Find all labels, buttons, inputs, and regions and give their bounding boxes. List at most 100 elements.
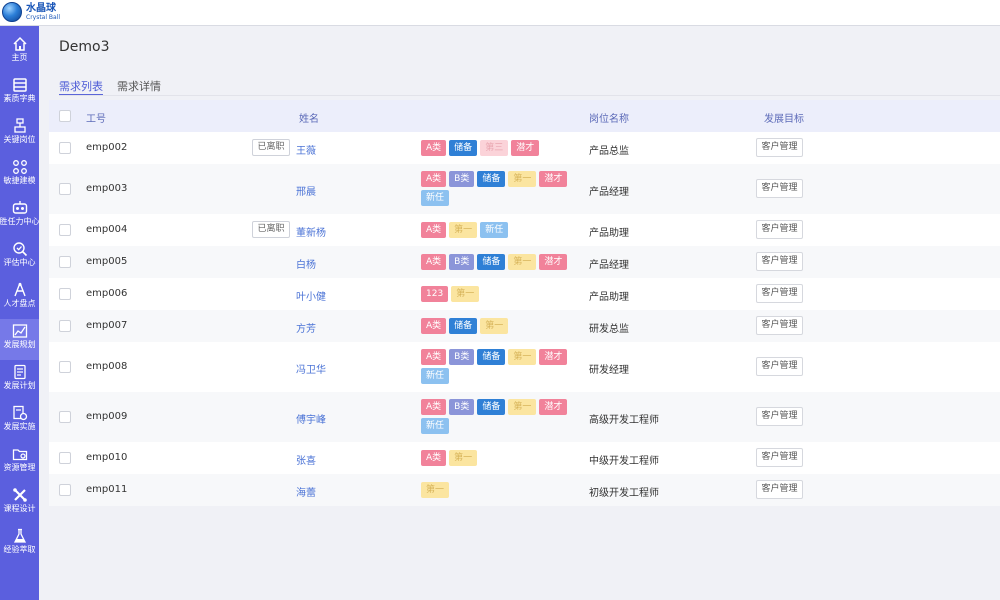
position-name: 研发经理 [589, 365, 629, 376]
app-logo[interactable]: 水晶球 Crystal Ball [2, 2, 60, 22]
development-goal-button[interactable]: 客户管理 [756, 138, 803, 157]
employee-name-link[interactable]: 白杨 [296, 256, 316, 271]
talent-tag: 第一 [508, 171, 537, 187]
talent-tag: 第一 [508, 349, 537, 365]
table-row: emp007 方芳 A类 储备 第一 研发总监 客户管理 [49, 310, 1000, 342]
employee-id: emp002 [86, 142, 128, 153]
table-row: emp011 海蕾 第一 初级开发工程师 客户管理 [49, 474, 1000, 506]
position-name: 中级开发工程师 [589, 456, 659, 467]
tag-list: A类 B类 储备 第一 潜才 新任 [421, 349, 576, 387]
tab-bar: 需求列表 需求详情 [59, 78, 175, 96]
employee-name-link[interactable]: 叶小健 [296, 288, 326, 303]
talent-tag: A类 [421, 222, 447, 238]
status-badge: 已离职 [252, 139, 290, 156]
talent-tag: A类 [421, 140, 447, 156]
talent-tag: 第一 [449, 450, 478, 466]
table-row: emp008 冯卫华 A类 B类 储备 第一 潜才 新任 研发经理 客户管理 [49, 342, 1000, 392]
sidebar-item-experience-flask[interactable]: 经验萃取 [0, 524, 39, 565]
header-employee-id: 工号 [86, 114, 106, 125]
employee-name-link[interactable]: 海蕾 [296, 484, 316, 499]
development-goal-button[interactable]: 客户管理 [756, 252, 803, 271]
course-design-icon [12, 487, 28, 503]
employee-name-link[interactable]: 王薇 [296, 142, 316, 157]
talent-tag: 新任 [421, 418, 450, 434]
employee-name-link[interactable]: 邢晨 [296, 183, 316, 198]
talent-tag: 储备 [477, 254, 506, 270]
development-goal-button[interactable]: 客户管理 [756, 448, 803, 467]
development-goal-button[interactable]: 客户管理 [756, 480, 803, 499]
row-checkbox[interactable] [59, 224, 71, 236]
talent-tag: 储备 [477, 399, 506, 415]
row-checkbox[interactable] [59, 484, 71, 496]
talent-tag: A类 [421, 450, 447, 466]
position-name: 高级开发工程师 [589, 415, 659, 426]
table-row: emp009 傅宇峰 A类 B类 储备 第一 潜才 新任 高级开发工程师 客户管理 [49, 392, 1000, 442]
sidebar-item-development-schedule[interactable]: 发展计划 [0, 360, 39, 401]
sidebar-item-modeling[interactable]: 敏捷建模 [0, 155, 39, 196]
tag-list: A类 B类 储备 第一 潜才 新任 [421, 399, 576, 437]
tab-divider [59, 95, 1000, 96]
development-goal-button[interactable]: 客户管理 [756, 316, 803, 335]
talent-tag: 储备 [477, 171, 506, 187]
row-checkbox[interactable] [59, 256, 71, 268]
position-name: 研发总监 [589, 324, 629, 335]
talent-tag: B类 [449, 171, 475, 187]
tag-list: A类 储备 第一 [421, 318, 576, 337]
sidebar-item-home[interactable]: 主页 [0, 32, 39, 73]
development-goal-button[interactable]: 客户管理 [756, 407, 803, 426]
row-checkbox[interactable] [59, 411, 71, 423]
select-all-checkbox[interactable] [59, 110, 71, 122]
position-name: 产品总监 [589, 146, 629, 157]
table-row: emp010 张喜 A类 第一 中级开发工程师 客户管理 [49, 442, 1000, 474]
talent-review-icon [12, 282, 28, 298]
sidebar-item-course-design[interactable]: 课程设计 [0, 483, 39, 524]
row-checkbox[interactable] [59, 361, 71, 373]
sidebar-item-talent-review[interactable]: 人才盘点 [0, 278, 39, 319]
sidebar-item-development-implement[interactable]: 发展实施 [0, 401, 39, 442]
row-checkbox[interactable] [59, 320, 71, 332]
row-checkbox[interactable] [59, 452, 71, 464]
sidebar-item-assessment[interactable]: 评估中心 [0, 237, 39, 278]
table-row: emp002 已离职 王薇 A类 储备 第三 潜才 产品总监 客户管理 [49, 132, 1000, 164]
employee-name-link[interactable]: 冯卫华 [296, 361, 326, 376]
development-goal-button[interactable]: 客户管理 [756, 357, 803, 376]
position-name: 产品助理 [589, 292, 629, 303]
tab-requirement-detail[interactable]: 需求详情 [117, 78, 161, 96]
tag-list: A类 B类 储备 第一 潜才 新任 [421, 171, 576, 209]
development-plan-icon [12, 323, 28, 339]
employee-name-link[interactable]: 傅宇峰 [296, 411, 326, 426]
tag-list: 第一 [421, 482, 576, 501]
talent-tag: 潜才 [539, 171, 568, 187]
employee-name-link[interactable]: 董新杨 [296, 224, 326, 239]
position-name: 产品经理 [589, 260, 629, 271]
employee-name-link[interactable]: 方芳 [296, 320, 316, 335]
requirement-table: 工号 姓名 岗位名称 发展目标 emp002 已离职 王薇 A类 储备 第三 潜才 产品总监客… [49, 100, 1000, 506]
position-name: 产品经理 [589, 187, 629, 198]
development-goal-button[interactable]: 客户管理 [756, 220, 803, 239]
main-content: Demo3 需求列表 需求详情 工号 姓名 岗位名称 发展目标 emp002 已离… [39, 26, 1000, 600]
employee-name-link[interactable]: 张喜 [296, 452, 316, 467]
sidebar-item-resource-folder[interactable]: 资源管理 [0, 442, 39, 483]
table-row: emp003 邢晨 A类 B类 储备 第一 潜才 新任 产品经理 客户管理 [49, 164, 1000, 214]
sidebar-item-development-plan[interactable]: 发展规划 [0, 319, 39, 360]
tag-list: A类 第一 [421, 450, 576, 469]
row-checkbox[interactable] [59, 288, 71, 300]
talent-tag: 新任 [421, 190, 450, 206]
resource-folder-icon [12, 446, 28, 462]
development-goal-button[interactable]: 客户管理 [756, 284, 803, 303]
talent-tag: 储备 [449, 318, 478, 334]
sidebar-item-key-position[interactable]: 关键岗位 [0, 114, 39, 155]
development-implement-icon [12, 405, 28, 421]
sidebar-item-dictionary[interactable]: 素质字典 [0, 73, 39, 114]
modeling-icon [12, 159, 28, 175]
position-name: 初级开发工程师 [589, 488, 659, 499]
development-goal-button[interactable]: 客户管理 [756, 179, 803, 198]
talent-tag: 第一 [451, 286, 480, 302]
row-checkbox[interactable] [59, 142, 71, 154]
row-checkbox[interactable] [59, 183, 71, 195]
key-position-icon [12, 118, 28, 134]
tab-requirement-list[interactable]: 需求列表 [59, 78, 103, 96]
talent-tag: 第一 [449, 222, 478, 238]
sidebar-item-competency[interactable]: 胜任力中心 [0, 196, 40, 237]
talent-tag: A类 [421, 349, 447, 365]
